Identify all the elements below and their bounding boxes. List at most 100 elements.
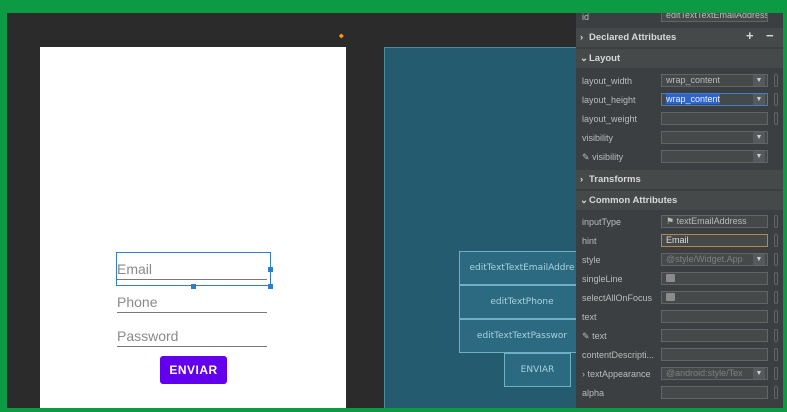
attr-label: hint: [582, 236, 597, 246]
id-row: id editTextTextEmailAddress: [576, 13, 783, 27]
attr-value[interactable]: ▼: [661, 131, 768, 144]
toggle-icon[interactable]: [666, 274, 675, 282]
attr-value[interactable]: [661, 310, 768, 323]
attr-value[interactable]: [661, 348, 768, 361]
enviar-button[interactable]: ENVIAR: [160, 356, 227, 384]
attr-trail[interactable]: [774, 310, 778, 323]
resize-handle[interactable]: [268, 284, 273, 289]
transforms-title: Transforms: [589, 174, 641, 185]
attr-row: layout_height wrap_content ▼: [576, 91, 783, 110]
chevron-right-icon: ›: [580, 32, 584, 43]
attr-trail[interactable]: [774, 74, 778, 87]
blueprint-email[interactable]: editTextTextEmailAddre: [459, 251, 585, 285]
chevron-right-icon: ›: [580, 174, 584, 185]
attr-value-text: wrap_content: [666, 94, 721, 104]
attr-row: contentDescripti...: [576, 346, 783, 365]
attr-trail[interactable]: [774, 272, 778, 285]
attr-label: visibility: [582, 133, 614, 143]
chevron-down-icon: ⌄: [580, 53, 588, 64]
attr-value[interactable]: wrap_content ▼: [661, 93, 768, 106]
blueprint-password[interactable]: editTextTextPasswor: [459, 319, 585, 353]
flag-icon: ⚑: [666, 216, 675, 226]
attr-trail[interactable]: [774, 367, 778, 380]
attr-trail[interactable]: [774, 348, 778, 361]
attr-row: visibility ▼: [576, 129, 783, 148]
dropdown-icon[interactable]: ▼: [753, 151, 765, 162]
attr-label: alpha: [582, 388, 605, 398]
dropdown-icon[interactable]: ▼: [753, 132, 765, 143]
attr-trail[interactable]: [774, 93, 778, 106]
attr-value[interactable]: @style/Widget.App ▼: [661, 253, 768, 266]
phone-field[interactable]: Phone: [117, 292, 267, 313]
attr-row: layout_weight: [576, 110, 783, 129]
dropdown-icon[interactable]: ▼: [753, 254, 765, 265]
dropdown-icon[interactable]: ▼: [753, 94, 765, 105]
attributes-panel: id editTextTextEmailAddress › Declared A…: [576, 13, 783, 408]
attr-trail[interactable]: [774, 386, 778, 399]
attr-value[interactable]: ▼: [661, 150, 768, 163]
attr-trail[interactable]: [774, 253, 778, 266]
attr-value-text: @android:style/Tex: [666, 368, 743, 378]
attr-row: singleLine: [576, 270, 783, 289]
attr-row: hint Email: [576, 232, 783, 251]
attr-label: text: [582, 312, 597, 322]
blueprint-button[interactable]: ENVIAR: [504, 353, 571, 387]
design-preview: Email Phone Password ENVIAR: [40, 47, 346, 408]
attr-row: text: [576, 308, 783, 327]
attr-label: contentDescripti...: [582, 350, 655, 360]
selection-box[interactable]: [116, 252, 273, 289]
attr-value[interactable]: ⚑ textEmailAddress: [661, 215, 768, 228]
dropdown-icon[interactable]: ▼: [753, 368, 765, 379]
attr-value[interactable]: [661, 329, 768, 342]
resize-handle[interactable]: [268, 267, 273, 272]
layout-header[interactable]: ⌄ Layout: [576, 49, 783, 68]
attr-value[interactable]: [661, 112, 768, 125]
toggle-icon[interactable]: [666, 293, 675, 301]
attr-row: ✎ text: [576, 327, 783, 346]
attr-row: alpha: [576, 384, 783, 403]
attr-trail[interactable]: [774, 234, 778, 247]
attr-trail[interactable]: [774, 215, 778, 228]
attr-value[interactable]: wrap_content ▼: [661, 74, 768, 87]
password-field[interactable]: Password: [117, 326, 267, 347]
attr-value[interactable]: Email: [661, 234, 768, 247]
attr-row: selectAllOnFocus: [576, 289, 783, 308]
attr-value[interactable]: [661, 291, 768, 304]
attr-label: layout_weight: [582, 114, 638, 124]
transforms-header[interactable]: › Transforms: [576, 170, 783, 189]
chevron-right-icon: ›: [582, 369, 585, 379]
blueprint-phone[interactable]: editTextPhone: [459, 285, 585, 319]
attr-label: layout_height: [582, 95, 636, 105]
add-icon[interactable]: +: [746, 28, 754, 43]
attr-label: layout_width: [582, 76, 633, 86]
attr-row: inputType ⚑ textEmailAddress: [576, 213, 783, 232]
blueprint-button-label: ENVIAR: [520, 365, 555, 375]
attr-trail[interactable]: [774, 329, 778, 342]
resize-handle[interactable]: [191, 284, 196, 289]
wrench-icon: ✎: [582, 331, 590, 341]
attr-row: ✎ visibility ▼: [576, 148, 783, 167]
pin-icon[interactable]: 🔸: [334, 29, 349, 43]
layout-editor: 🔸 Email Phone Password ENVIAR editTextTe…: [7, 13, 783, 408]
attr-trail[interactable]: [774, 291, 778, 304]
common-attributes-title: Common Attributes: [589, 195, 678, 206]
attr-row: style @style/Widget.App ▼: [576, 251, 783, 270]
declared-attributes-header[interactable]: › Declared Attributes + −: [576, 28, 783, 47]
attr-value-text: textEmailAddress: [676, 216, 747, 226]
attr-value-text: @style/Widget.App: [666, 254, 743, 264]
attr-value[interactable]: [661, 272, 768, 285]
chevron-down-icon: ⌄: [580, 195, 588, 206]
remove-icon[interactable]: −: [766, 28, 774, 43]
id-label: id: [582, 13, 590, 22]
attr-value[interactable]: @android:style/Tex ▼: [661, 367, 768, 380]
dropdown-icon[interactable]: ▼: [753, 75, 765, 86]
attr-label: ✎ visibility: [582, 152, 623, 163]
attr-label: singleLine: [582, 274, 623, 284]
common-attributes-header[interactable]: ⌄ Common Attributes: [576, 191, 783, 210]
attr-label-text: visibility: [592, 152, 624, 162]
id-value[interactable]: editTextTextEmailAddress: [661, 13, 768, 22]
attr-row: layout_width wrap_content ▼: [576, 72, 783, 91]
wrench-icon: ✎: [582, 152, 590, 162]
attr-trail[interactable]: [774, 112, 778, 125]
attr-value[interactable]: [661, 386, 768, 399]
